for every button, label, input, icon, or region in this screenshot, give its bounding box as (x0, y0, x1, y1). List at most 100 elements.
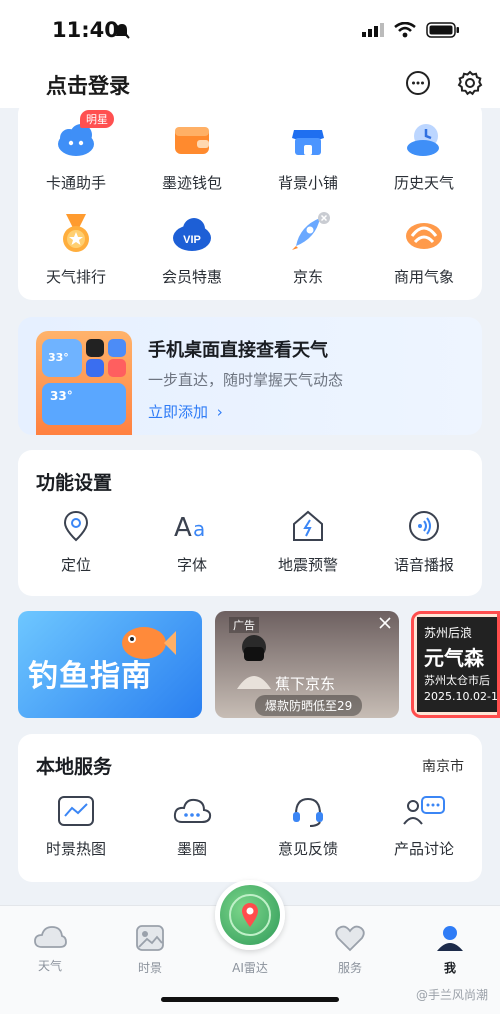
photo-icon (136, 925, 164, 951)
wallet-icon (175, 127, 209, 154)
earthquake-warning-icon (293, 510, 323, 541)
widget-temp: 33° (50, 389, 73, 403)
tab-scenes[interactable]: 时景 (115, 924, 185, 976)
section-title: 本地服务 (36, 756, 113, 778)
jd-ad-banner[interactable]: 广告 蕉下京东 爆款防晒低至29 (215, 611, 399, 718)
tab-weather[interactable]: 天气 (15, 924, 85, 974)
settings-row: 定位 A a 字体 地震预警 语音播报 (18, 508, 482, 575)
suzhou-line4: 2025.10.02-1 (424, 690, 498, 703)
ai-radar-button[interactable] (215, 880, 285, 950)
location-pin-icon (63, 510, 89, 542)
service-discussion[interactable]: 产品讨论 (366, 794, 482, 859)
svg-text:A: A (174, 513, 192, 543)
star-badge: 明星 (80, 110, 114, 128)
vip-icon: VIP (173, 218, 211, 251)
service-label: 时景热图 (45, 840, 106, 858)
message-icon[interactable] (404, 69, 432, 97)
services-row: 时景热图 墨圈 意见反馈 产品讨论 (18, 794, 482, 859)
function-settings-card: 功能设置 定位 A a 字体 地震预警 语音播报 (18, 450, 482, 596)
bell-muted-icon (114, 23, 130, 39)
tab-me[interactable]: 我 (415, 924, 485, 976)
voice-broadcast-icon (409, 511, 439, 541)
setting-location[interactable]: 定位 (18, 508, 134, 575)
fishing-guide-banner[interactable]: 钓鱼指南 (18, 611, 202, 718)
promo-subtitle: 一步直达，随时掌握天气动态 (148, 371, 344, 389)
tab-label: 服务 (337, 961, 362, 975)
tool-vip-deals[interactable]: VIP 会员特惠 (134, 212, 250, 287)
svg-text:a: a (193, 517, 205, 541)
tool-jd[interactable]: 京东 (250, 212, 366, 287)
service-label: 墨圈 (176, 840, 207, 858)
service-label: 意见反馈 (277, 840, 338, 858)
settings-gear-icon[interactable] (456, 69, 484, 97)
chevron-right-icon: › (216, 403, 223, 421)
status-bar: 11:40 (0, 0, 500, 62)
tool-background-shop[interactable]: 背景小铺 (250, 118, 366, 193)
suzhou-line2: 元气森 (424, 646, 484, 670)
service-heatmap[interactable]: 时景热图 (18, 794, 134, 859)
section-title: 功能设置 (36, 472, 113, 494)
city-selector[interactable]: 南京市 (422, 756, 464, 776)
tab-label: 我 (443, 961, 456, 975)
tab-label: AI雷达 (232, 961, 268, 975)
tab-label: 天气 (37, 959, 62, 973)
tool-label: 卡通助手 (45, 174, 106, 192)
tool-cartoon-assistant[interactable]: 明星 卡通助手 (18, 110, 134, 193)
tool-label: 天气排行 (45, 268, 106, 286)
setting-voice[interactable]: 语音播报 (366, 508, 482, 575)
setting-earthquake[interactable]: 地震预警 (250, 508, 366, 575)
local-services-card: 本地服务 南京市 时景热图 墨圈 意见反馈 产品讨论 (18, 734, 482, 882)
setting-label: 地震预警 (277, 556, 338, 574)
close-icon[interactable] (379, 617, 391, 629)
person-icon (437, 926, 463, 951)
status-icons (362, 22, 460, 38)
wifi-icon (394, 22, 416, 38)
setting-label: 字体 (176, 556, 207, 574)
tool-commercial-weather[interactable]: 商用气象 (366, 212, 482, 287)
widget-preview: 33° 33° (36, 331, 132, 435)
tool-weather-ranking[interactable]: 天气排行 (18, 212, 134, 287)
add-now-label: 立即添加 (148, 403, 209, 421)
tool-label: 会员特惠 (161, 268, 222, 286)
tool-wallet[interactable]: 墨迹钱包 (134, 118, 250, 193)
tab-label: 时景 (137, 961, 162, 975)
ai-radar-icon (229, 894, 271, 936)
tab-services[interactable]: 服务 (315, 924, 385, 976)
shop-icon (292, 130, 324, 155)
tool-label: 京东 (292, 268, 323, 286)
tools-row-1: 明星 卡通助手 墨迹钱包 背景小铺 历史天气 (18, 110, 482, 193)
svg-text:VIP: VIP (183, 234, 201, 246)
service-label: 产品讨论 (393, 840, 454, 858)
tools-row-2: 天气排行 VIP 会员特惠 京东 商用气象 (18, 212, 482, 287)
service-mo-circle[interactable]: 墨圈 (134, 794, 250, 859)
add-now-link[interactable]: 立即添加 › (148, 401, 223, 422)
service-feedback[interactable]: 意见反馈 (250, 794, 366, 859)
watermark: @手兰风尚潮 (415, 988, 488, 1002)
jd-ad-subtitle: 爆款防晒低至29 (255, 695, 363, 716)
font-aa-icon: A a (174, 513, 205, 543)
model-person-icon (237, 635, 271, 689)
widget-temp: 33° (48, 351, 69, 364)
tool-history-weather[interactable]: 历史天气 (366, 118, 482, 193)
home-indicator (161, 997, 339, 1002)
tool-label: 历史天气 (393, 174, 454, 192)
suzhou-event-banner[interactable]: 苏州后浪 元气森 苏州太仓市后 2025.10.02-1 (411, 611, 500, 718)
promo-title: 手机桌面直接查看天气 (148, 340, 328, 361)
commercial-weather-icon (406, 223, 442, 249)
signal-icon (362, 23, 384, 37)
tool-label: 背景小铺 (277, 174, 338, 192)
setting-font[interactable]: A a 字体 (134, 508, 250, 575)
battery-icon (426, 22, 459, 38)
heatmap-icon (58, 796, 94, 826)
tab-ai-radar[interactable]: AI雷达 (215, 952, 285, 976)
setting-label: 语音播报 (393, 556, 454, 574)
discussion-icon (403, 796, 445, 825)
suzhou-line3: 苏州太仓市后 (424, 674, 490, 687)
login-button[interactable]: 点击登录 (46, 70, 130, 100)
status-time: 11:40 (52, 18, 119, 42)
tool-label: 商用气象 (393, 268, 454, 286)
jd-ad-title: 蕉下京东 (275, 675, 336, 693)
weather-cloud-icon (34, 926, 67, 948)
desktop-widget-promo[interactable]: 33° 33° 手机桌面直接查看天气 一步直达，随时掌握天气动态 立即添加 › (18, 317, 482, 435)
cloud-circle-icon (173, 798, 212, 823)
